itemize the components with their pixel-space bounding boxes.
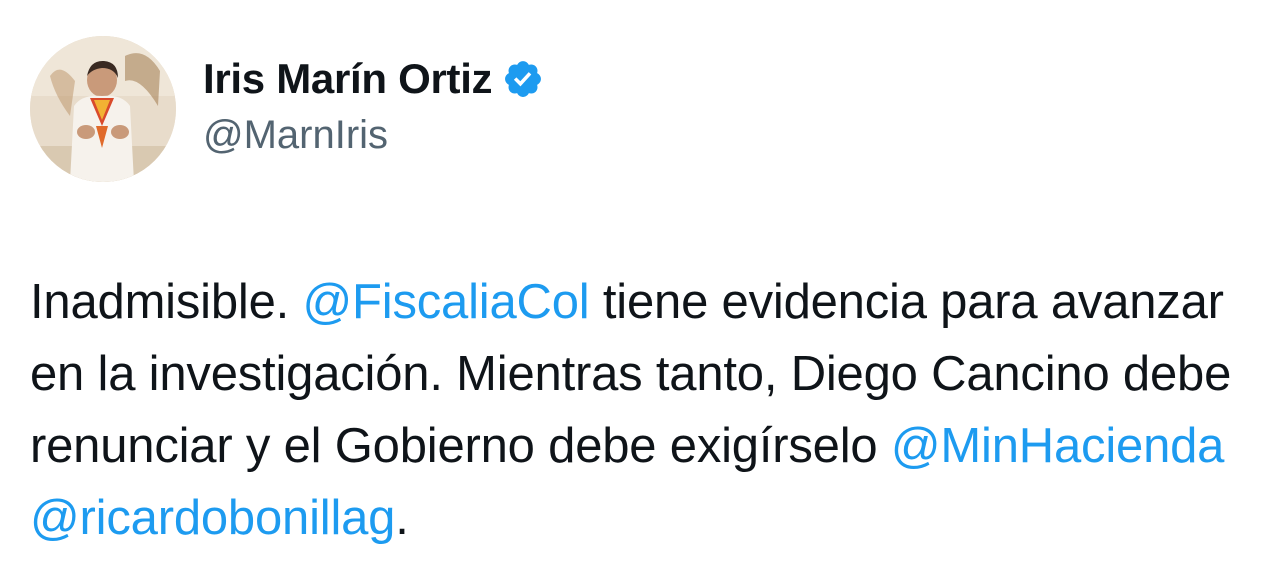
mention-link[interactable]: @MinHacienda (891, 419, 1225, 473)
tweet-header: Iris Marín Ortiz @MarnIris (30, 36, 544, 182)
mention-link[interactable]: @ricardobonillag (30, 491, 395, 545)
tweet-text: Inadmisible. @FiscaliaCol tiene evidenci… (30, 266, 1260, 554)
name-row: Iris Marín Ortiz (203, 51, 544, 107)
tweet-text-segment: Inadmisible. (30, 275, 303, 329)
tweet-text-segment: . (395, 491, 409, 545)
mention-link[interactable]: @FiscaliaCol (302, 275, 589, 329)
verified-badge-icon (502, 58, 544, 100)
tweet-card: Iris Marín Ortiz @MarnIris Inadmisible. … (0, 0, 1280, 568)
author-handle[interactable]: @MarnIris (203, 109, 544, 161)
avatar-photo (30, 36, 176, 182)
author-names: Iris Marín Ortiz @MarnIris (203, 51, 544, 161)
display-name[interactable]: Iris Marín Ortiz (203, 51, 493, 107)
avatar[interactable] (30, 36, 176, 182)
